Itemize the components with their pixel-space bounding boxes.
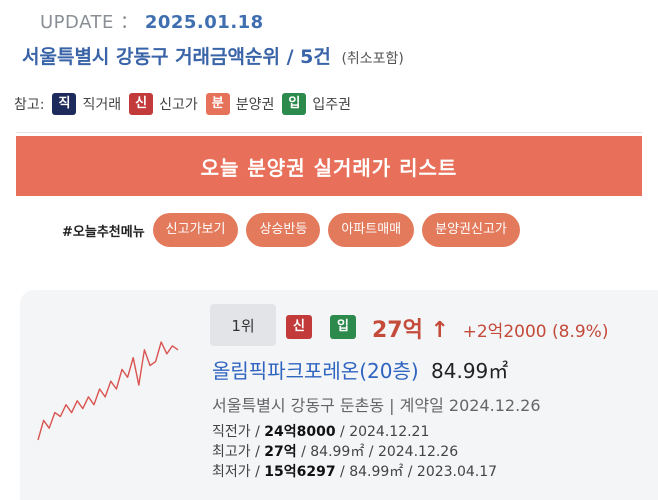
update-separator: ： [120, 12, 139, 33]
row-detail: / 84.99㎡ / 2024.12.26 [296, 444, 459, 460]
update-date: 2025.01.18 [144, 12, 264, 33]
menu-button-new-high[interactable]: 신고가보기 [152, 213, 239, 247]
badge-legend: 참고: 직 직거래 신 신고가 분 분양권 입 입주권 [14, 93, 351, 115]
apartment-name[interactable]: 올림픽파크포레온(20층) [212, 359, 419, 383]
title-sub: (취소포함) [341, 51, 404, 67]
apartment-area: 84.99㎡ [431, 359, 509, 383]
price-value: 27억 ↑ [372, 318, 449, 343]
legend-badge-occupancy: 입 [282, 93, 307, 115]
legend-text-new-high: 신고가 [159, 97, 198, 113]
price-trend-chart [37, 341, 179, 441]
divider [16, 132, 642, 133]
title-main: 서울특별시 강동구 거래금액순위 / 5건 [22, 46, 331, 68]
row-label: 최저가 / [212, 464, 265, 480]
recommended-menu: #오늘추천메뉴 신고가보기 상승반등 아파트매매 분양권신고가 [62, 213, 528, 247]
row-value: 27억 [264, 444, 297, 460]
row-value: 24억8000 [264, 424, 336, 440]
legend-badge-direct: 직 [52, 93, 77, 115]
row-detail: / 84.99㎡ / 2023.04.17 [335, 464, 498, 480]
update-line: UPDATE ： 2025.01.18 [40, 8, 264, 34]
row-label: 최고가 / [212, 444, 265, 460]
legend-badge-presale: 분 [205, 93, 230, 115]
lowest-price-row: 최저가 / 15억6297 / 84.99㎡ / 2023.04.17 [212, 462, 497, 482]
presale-list-banner[interactable]: 오늘 분양권 실거래가 리스트 [16, 136, 642, 196]
menu-button-presale-new-high[interactable]: 분양권신고가 [422, 213, 520, 247]
rank-badge: 1위 [210, 304, 276, 346]
menu-button-rebound[interactable]: 상승반등 [246, 213, 321, 247]
apartment-name-line[interactable]: 올림픽파크포레온(20층) 84.99㎡ [212, 355, 508, 384]
address-line: 서울특별시 강동구 둔촌동 | 계약일 2024.12.26 [212, 396, 541, 415]
row-detail: / 2024.12.21 [335, 424, 430, 440]
page-title: 서울특별시 강동구 거래금액순위 / 5건 (취소포함) [22, 42, 404, 69]
update-label: UPDATE [40, 12, 114, 33]
legend-text-direct: 직거래 [82, 97, 122, 113]
row-label: 직전가 / [212, 424, 265, 440]
trade-price: 27억 ↑ +2억2000 (8.9%) [372, 312, 608, 344]
legend-text-occupancy: 입주권 [312, 97, 352, 113]
highest-price-row: 최고가 / 27억 / 84.99㎡ / 2024.12.26 [212, 442, 497, 462]
recommended-menu-label: #오늘추천메뉴 [62, 224, 145, 240]
new-high-badge: 신 [286, 315, 312, 339]
occupancy-badge: 입 [330, 315, 356, 339]
row-value: 15억6297 [264, 464, 336, 480]
previous-price-row: 직전가 / 24억8000 / 2024.12.21 [212, 422, 497, 442]
price-change: +2억2000 (8.9%) [462, 322, 609, 342]
legend-text-presale: 분양권 [235, 97, 275, 113]
legend-badge-new-high: 신 [129, 93, 154, 115]
legend-label: 참고: [14, 97, 45, 113]
menu-button-apartment-sale[interactable]: 아파트매매 [328, 213, 415, 247]
price-trend-line [37, 341, 179, 441]
price-history: 직전가 / 24억8000 / 2024.12.21 최고가 / 27억 / 8… [212, 422, 497, 482]
